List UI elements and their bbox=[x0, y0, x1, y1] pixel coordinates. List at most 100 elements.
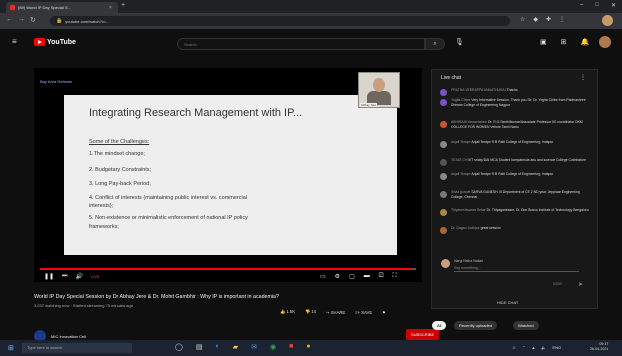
chat-author-avatar[interactable] bbox=[440, 159, 447, 166]
slide-item: 2. Budgetary Constraints; bbox=[89, 167, 152, 173]
chat-author-name[interactable]: Anjali Terape bbox=[451, 172, 471, 176]
mail-icon[interactable]: ✉ bbox=[251, 343, 257, 351]
clock-date: 26-04-2021 bbox=[590, 346, 609, 351]
chat-message-body: Thanks bbox=[506, 88, 518, 92]
pause-icon[interactable]: ❚❚ bbox=[44, 273, 54, 280]
live-chat-header[interactable]: Live chat bbox=[441, 75, 461, 81]
chip-watched[interactable]: Watched bbox=[513, 321, 539, 330]
hide-chat-button[interactable]: HIDE CHAT bbox=[497, 300, 518, 305]
menu-dots-icon[interactable]: ⋮ bbox=[559, 16, 565, 23]
chrome-icon[interactable]: ◉ bbox=[270, 343, 276, 351]
create-video-icon[interactable]: ▣ bbox=[540, 38, 547, 46]
chat-message-text: Thiyaneshwaran Sekar Dr. Thiyaganesam, D… bbox=[451, 208, 589, 216]
thumbs-up-icon: 👍 bbox=[280, 309, 286, 314]
windows-start-icon[interactable]: ⊞ bbox=[8, 344, 14, 352]
chat-message-body: Dr. Thiyaganesam, Di, Don Bosco Institut… bbox=[486, 208, 589, 212]
tab-close-icon[interactable]: × bbox=[109, 5, 112, 11]
chat-message-text: Yogita Chitre Very Informative Session. … bbox=[451, 98, 590, 107]
people-icon[interactable]: ☺ bbox=[512, 345, 516, 350]
youtube-play-icon bbox=[34, 38, 45, 46]
theater-mode-icon[interactable]: ▬ bbox=[364, 273, 370, 280]
maximize-icon[interactable]: □ bbox=[595, 2, 599, 9]
chat-author-avatar[interactable] bbox=[440, 209, 447, 216]
chat-author-name[interactable]: Yogita Chitre bbox=[451, 98, 470, 102]
reload-icon[interactable]: ↻ bbox=[30, 16, 36, 24]
search-button[interactable]: ⌕ bbox=[425, 38, 445, 50]
save-icon: ≡+ bbox=[355, 309, 361, 315]
presenter-name: Abhay Jere bbox=[360, 103, 378, 107]
star-icon[interactable]: ☆ bbox=[520, 16, 525, 23]
chat-author-avatar[interactable] bbox=[440, 121, 447, 128]
chat-author-avatar[interactable] bbox=[440, 227, 447, 234]
system-tray: ☺ ⌃ ▲ 🔈 ENG bbox=[512, 345, 561, 350]
captions-icon[interactable]: ▭ bbox=[320, 273, 326, 280]
dislike-button[interactable]: 👎 14 bbox=[305, 309, 316, 315]
task-view-icon[interactable]: ◯ bbox=[175, 343, 183, 351]
close-window-icon[interactable]: ✕ bbox=[611, 2, 616, 9]
chat-message-body: SARVA GANESH. B Department of CE 2 ND ye… bbox=[451, 190, 580, 199]
channel-name[interactable]: MIC Innovation Cell bbox=[51, 334, 86, 339]
chat-message-input[interactable]: Say something... bbox=[454, 266, 579, 272]
share-button[interactable]: ↪ SHARE bbox=[326, 310, 345, 315]
edge-icon[interactable]: ◐ bbox=[215, 343, 219, 351]
chat-author-name[interactable]: Dr. Gagan Jodhpur bbox=[451, 226, 480, 230]
like-button[interactable]: 👍 1.5K bbox=[280, 309, 295, 315]
speaker-icon[interactable]: 🔈 bbox=[541, 345, 546, 350]
browser-profile-avatar[interactable] bbox=[602, 15, 613, 26]
chip-recently-uploaded[interactable]: Recently uploaded bbox=[454, 321, 498, 330]
video-progress-bar[interactable] bbox=[40, 268, 416, 270]
hamburger-menu-icon[interactable]: ≡ bbox=[12, 37, 17, 46]
new-tab-button[interactable]: + bbox=[121, 2, 125, 9]
chat-author-name[interactable]: Anjali Terape bbox=[451, 140, 471, 144]
settings-gear-icon[interactable]: ⚙ bbox=[335, 273, 340, 280]
user-avatar[interactable] bbox=[599, 36, 611, 48]
chat-author-avatar[interactable] bbox=[440, 173, 447, 180]
video-meta: 3,237 watching now · Started streaming 7… bbox=[34, 303, 133, 308]
puzzle-icon[interactable]: ✚ bbox=[546, 16, 551, 23]
chat-more-icon[interactable]: ⋮ bbox=[580, 74, 586, 81]
subscribe-button[interactable]: SUBSCRIBE bbox=[406, 329, 440, 340]
like-count: 1.5K bbox=[286, 309, 296, 314]
chat-author-name[interactable]: Silvia guruve bbox=[451, 190, 470, 194]
chat-author-name[interactable]: Thiyaneshwaran Sekar bbox=[451, 208, 486, 212]
file-explorer-icon[interactable]: ▰ bbox=[233, 343, 238, 351]
flag-icon[interactable]: ⚑ bbox=[382, 310, 386, 315]
youtube-logo-text: YouTube bbox=[47, 38, 76, 46]
chat-author-avatar[interactable] bbox=[440, 89, 447, 96]
microphone-icon[interactable]: 🎙 bbox=[455, 38, 464, 46]
apps-grid-icon[interactable]: ⊞ bbox=[561, 38, 567, 46]
miniplayer-icon[interactable]: ▢ bbox=[349, 273, 355, 280]
extension-icon[interactable]: ◆ bbox=[533, 16, 538, 23]
taskview-icon[interactable]: ▤ bbox=[196, 343, 203, 351]
taskbar-clock[interactable]: 09:17 26-04-2021 bbox=[590, 342, 608, 351]
notifications-bell-icon[interactable]: 🔔 bbox=[581, 38, 590, 46]
fullscreen-icon[interactable]: ⛶ bbox=[393, 273, 397, 280]
up-arrow-icon[interactable]: ⌃ bbox=[522, 345, 525, 350]
taskbar-search-input[interactable]: Type here to search bbox=[22, 343, 132, 353]
chat-author-name[interactable]: TEJAS CH bbox=[451, 158, 467, 162]
cast-icon[interactable]: ⎚ bbox=[379, 273, 384, 280]
live-indicator[interactable]: LIVE bbox=[91, 274, 100, 279]
chat-author-avatar[interactable] bbox=[440, 191, 447, 198]
chip-all[interactable]: All bbox=[432, 321, 447, 330]
youtube-logo[interactable]: YouTube bbox=[34, 38, 76, 46]
volume-icon[interactable]: 🔊 bbox=[75, 273, 82, 280]
save-button[interactable]: ≡+ SAVE bbox=[355, 310, 372, 315]
language-indicator[interactable]: ENG bbox=[552, 345, 561, 350]
network-icon[interactable]: ▲ bbox=[531, 345, 535, 350]
chat-author-avatar[interactable] bbox=[440, 99, 447, 106]
chat-author-avatar[interactable] bbox=[440, 141, 447, 148]
back-icon[interactable]: ← bbox=[6, 16, 13, 23]
send-icon[interactable]: ➤ bbox=[578, 281, 583, 288]
url-input[interactable]: 🔒 youtube.com/watch?v=... bbox=[50, 16, 510, 26]
chat-author-name[interactable]: ABHIRAMI Annachelam bbox=[451, 120, 487, 124]
app-icon[interactable]: ■ bbox=[289, 343, 293, 351]
forward-icon[interactable]: → bbox=[18, 16, 25, 23]
browser-tab[interactable]: (89) World IP Day Special S... × bbox=[6, 2, 118, 13]
minimize-icon[interactable]: – bbox=[580, 2, 583, 9]
search-input[interactable]: Search bbox=[177, 38, 425, 50]
chat-message: ABHIRAMI Annachelam Dr. R.G.Senthilkumar… bbox=[440, 120, 590, 129]
next-icon[interactable]: ⏭ bbox=[62, 273, 67, 280]
chrome-canary-icon[interactable]: ● bbox=[306, 343, 310, 351]
chat-author-name[interactable]: PRATHA VEERAPPA ANNATHURAI bbox=[451, 88, 506, 92]
